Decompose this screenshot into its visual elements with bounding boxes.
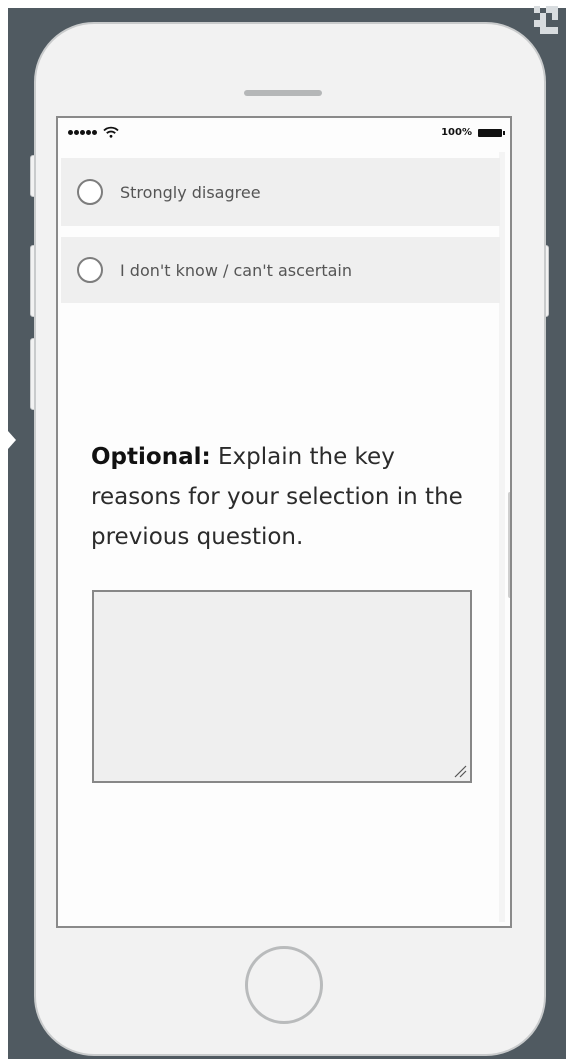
canvas: 100% Strongly disagree I don't know / ca… bbox=[0, 0, 566, 1059]
option-label: I don't know / can't ascertain bbox=[120, 260, 353, 280]
radio-button[interactable] bbox=[77, 179, 103, 205]
optional-label: Optional: bbox=[91, 444, 211, 470]
option-dont-know[interactable]: I don't know / can't ascertain bbox=[61, 237, 500, 303]
status-bar: 100% bbox=[58, 118, 510, 152]
scrollbar-thumb[interactable] bbox=[508, 492, 510, 598]
qr-code-icon bbox=[534, 6, 558, 34]
wifi-icon bbox=[103, 126, 119, 138]
home-button-icon[interactable] bbox=[245, 946, 323, 1024]
signal-dots-icon bbox=[68, 130, 97, 135]
collapse-arrow-icon[interactable] bbox=[8, 431, 16, 449]
battery-percent: 100% bbox=[441, 127, 472, 138]
resize-grip-icon[interactable] bbox=[453, 764, 467, 778]
option-label: Strongly disagree bbox=[120, 182, 261, 202]
phone-screen: 100% Strongly disagree I don't know / ca… bbox=[56, 116, 512, 928]
radio-button[interactable] bbox=[77, 257, 103, 283]
battery-icon bbox=[478, 129, 505, 137]
explanation-textarea[interactable] bbox=[92, 590, 472, 783]
speaker-grille-icon bbox=[244, 90, 322, 96]
option-strongly-disagree[interactable]: Strongly disagree bbox=[61, 158, 500, 226]
optional-question: Optional: Explain the key reasons for yo… bbox=[91, 437, 481, 557]
